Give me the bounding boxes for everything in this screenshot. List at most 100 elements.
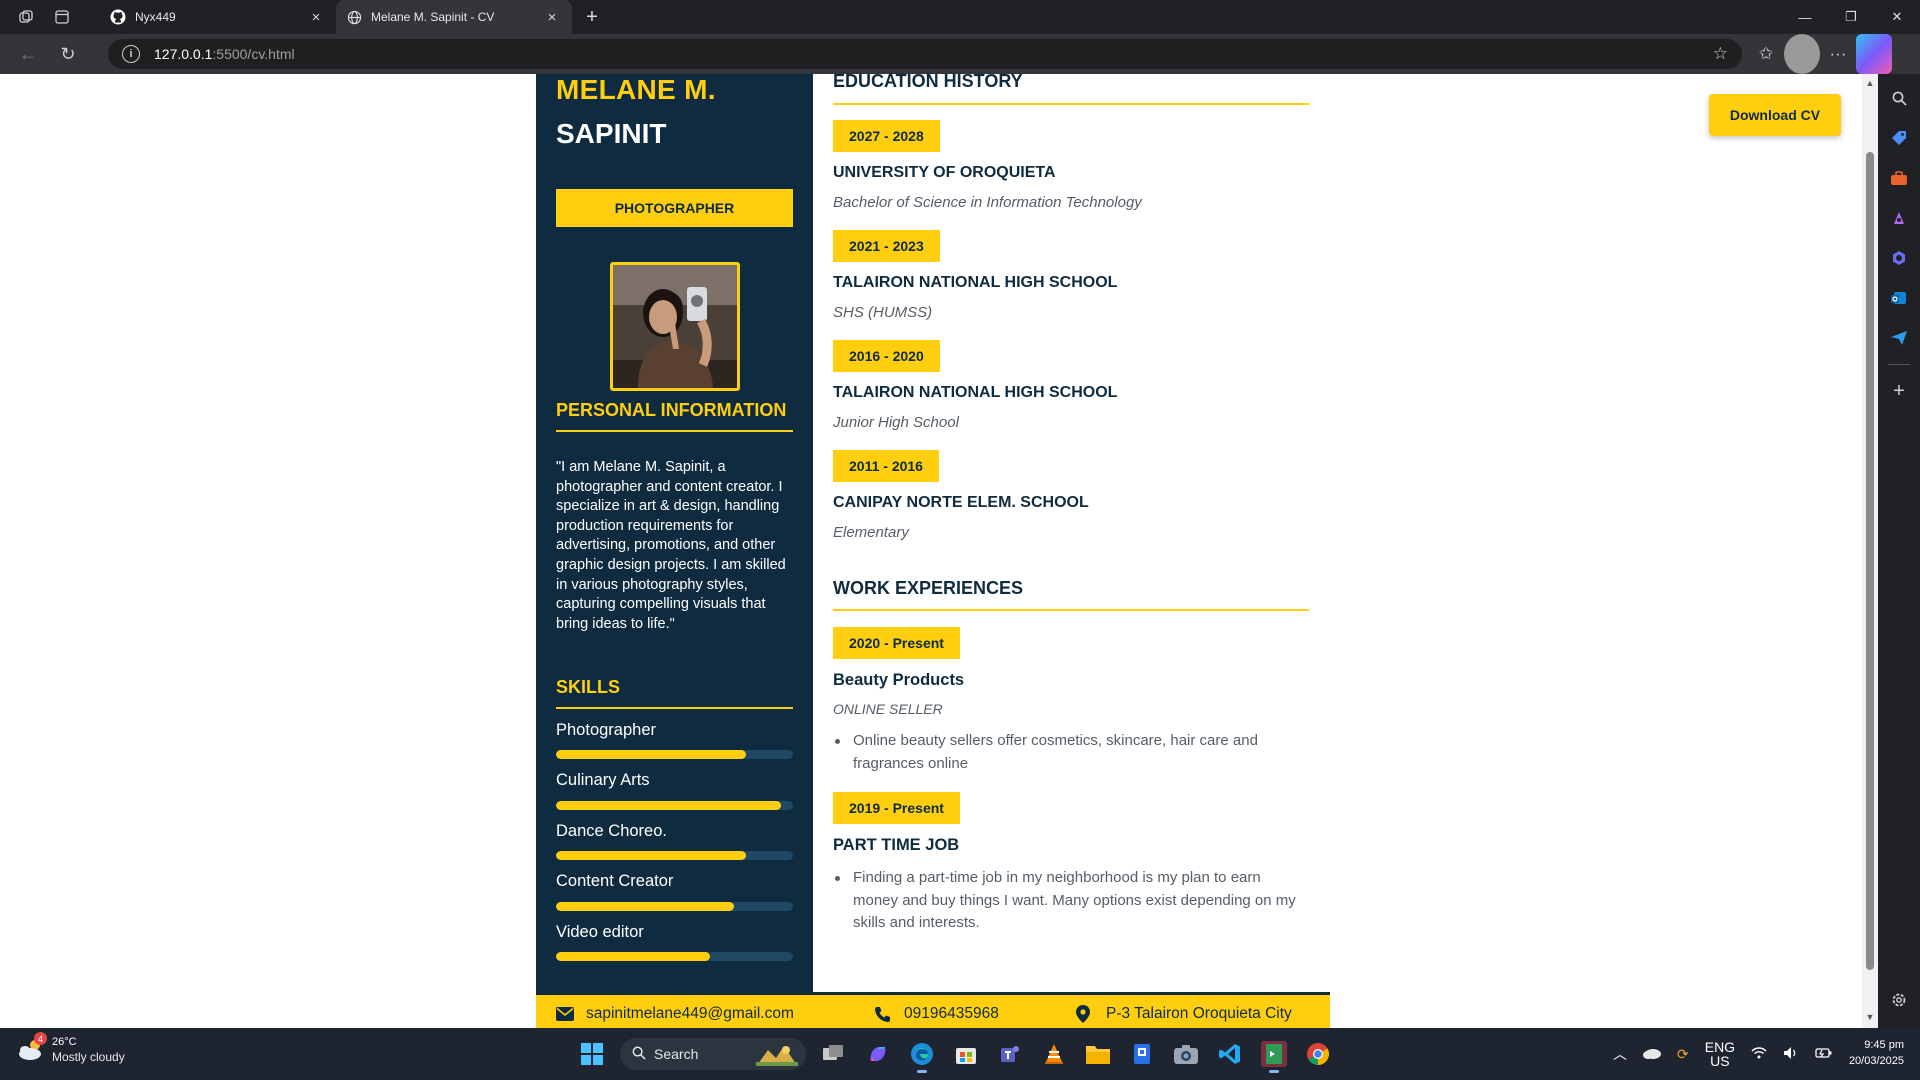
skill-bar [556, 801, 793, 810]
download-cv-button[interactable]: Download CV [1709, 94, 1841, 136]
windows-start-icon[interactable] [570, 1036, 614, 1072]
school-name: CANIPAY NORTE ELEM. SCHOOL [833, 494, 1089, 511]
work-heading: WORK EXPERIENCES [833, 578, 1024, 598]
copilot-app-icon[interactable] [1878, 238, 1920, 278]
lang-code: ENG [1704, 1039, 1736, 1055]
search-icon [632, 1046, 646, 1063]
spreadsheet-app-icon[interactable] [1252, 1036, 1296, 1073]
close-tab-icon[interactable]: × [306, 9, 326, 26]
new-tab-icon[interactable]: + [574, 0, 610, 34]
back-arrow-icon[interactable]: ← [8, 34, 48, 74]
search-highlight-icon [756, 1042, 798, 1069]
url-path: :5500/cv.html [212, 46, 295, 62]
location-pin-icon [1076, 1005, 1098, 1023]
profile-avatar[interactable] [1784, 34, 1820, 74]
skill-label: Content Creator [556, 872, 674, 890]
wifi-icon[interactable] [1751, 1046, 1767, 1062]
contact-email[interactable]: sapinitmelane449@gmail.com [556, 1005, 794, 1023]
job-description: Online beauty sellers offer cosmetics, s… [835, 730, 1303, 775]
cv-document: MELANE M. SAPINIT PHOTOGRAPHER PERSONAL … [536, 74, 1330, 1028]
outlook-icon[interactable] [1878, 278, 1920, 318]
language-indicator[interactable]: ENG US [1705, 1040, 1735, 1068]
window-controls: — ❐ ✕ [1782, 0, 1920, 34]
skill-bar-fill [556, 952, 711, 961]
favorites-icon[interactable]: ✩ [1748, 34, 1784, 74]
add-icon[interactable]: + [1878, 371, 1920, 411]
scrollbar-thumb[interactable] [1866, 152, 1874, 970]
contact-address[interactable]: P-3 Talairon Oroquieta City [1076, 1005, 1292, 1023]
toolbox-icon[interactable] [1878, 158, 1920, 198]
onedrive-icon[interactable] [1643, 1046, 1661, 1062]
tab-cv[interactable]: Melane M. Sapinit - CV × [336, 0, 572, 34]
page-scrollbar[interactable]: ▲ ▼ [1862, 74, 1878, 1028]
close-tab-icon[interactable]: × [542, 9, 562, 26]
close-window-icon[interactable]: ✕ [1874, 0, 1920, 34]
phone-text: 09196435968 [904, 1005, 999, 1022]
skill-bar-fill [556, 750, 746, 759]
section-divider [833, 609, 1309, 611]
job-title: PART TIME JOB [833, 836, 960, 854]
volume-icon[interactable] [1783, 1046, 1799, 1063]
task-view-icon[interactable] [812, 1036, 856, 1072]
windows-taskbar: 4 26°C Mostly cloudy Search ︿ ⟳ ENG US 9… [0, 1028, 1920, 1080]
refresh-icon[interactable]: ↻ [48, 34, 88, 74]
section-divider [556, 707, 793, 709]
email-text: sapinitmelane449@gmail.com [586, 1005, 794, 1022]
site-info-icon[interactable]: i [122, 45, 140, 63]
chevron-up-icon[interactable]: ︿ [1613, 1044, 1627, 1064]
system-clock[interactable]: 9:45 pm 20/03/2025 [1826, 1037, 1904, 1069]
workspaces-icon[interactable] [8, 0, 44, 34]
weather-widget[interactable]: 4 26°C Mostly cloudy [16, 1032, 125, 1065]
cv-main: EDUCATION HISTORY 2027 - 2028 UNIVERSITY… [813, 74, 1330, 994]
minimize-icon[interactable]: — [1782, 0, 1828, 34]
vlc-icon[interactable] [1032, 1036, 1076, 1072]
profile-photo [610, 262, 740, 391]
restore-icon[interactable]: ❐ [1828, 0, 1874, 34]
section-divider [556, 430, 793, 432]
teams-icon[interactable] [988, 1036, 1032, 1072]
tag-icon[interactable] [1878, 118, 1920, 158]
year-badge: 2016 - 2020 [833, 340, 940, 372]
tab-actions-icon[interactable] [44, 0, 80, 34]
school-name: TALAIRON NATIONAL HIGH SCHOOL [833, 384, 1118, 401]
envelope-icon [556, 1007, 578, 1021]
settings-gear-icon[interactable] [1878, 980, 1920, 1020]
system-tray: ︿ ⟳ ENG US [1605, 1028, 1841, 1080]
send-icon[interactable] [1878, 318, 1920, 358]
tab-title: Nyx449 [135, 10, 176, 24]
ms-learn-icon[interactable] [1120, 1036, 1164, 1072]
weather-temp: 26°C [52, 1036, 77, 1048]
contact-bar: sapinitmelane449@gmail.com 09196435968 P… [536, 992, 1330, 1028]
globe-icon [346, 9, 362, 25]
edge-browser-icon[interactable] [900, 1036, 944, 1073]
skill-bar [556, 952, 793, 961]
taskbar-search[interactable]: Search [620, 1038, 806, 1070]
taskbar-apps: Search [570, 1036, 1340, 1073]
copilot-taskbar-icon[interactable] [856, 1036, 900, 1072]
contact-phone[interactable]: 09196435968 [874, 1005, 999, 1023]
games-icon[interactable] [1878, 198, 1920, 238]
more-menu-icon[interactable]: ··· [1820, 34, 1856, 74]
skill-bar-fill [556, 902, 734, 911]
school-name: TALAIRON NATIONAL HIGH SCHOOL [833, 274, 1118, 291]
scroll-down-icon[interactable]: ▼ [1865, 1012, 1875, 1022]
skills-heading: SKILLS [556, 677, 621, 697]
education-heading: EDUCATION HISTORY [833, 74, 1023, 91]
url-field[interactable]: i 127.0.0.1:5500/cv.html ☆ [108, 39, 1742, 69]
vscode-icon[interactable] [1208, 1036, 1252, 1072]
year-badge: 2020 - Present [833, 627, 960, 659]
tab-nyx449[interactable]: Nyx449 × [100, 0, 336, 34]
weather-badge: 4 [34, 1032, 47, 1045]
chrome-icon[interactable] [1296, 1036, 1340, 1072]
microsoft-store-icon[interactable] [944, 1036, 988, 1072]
search-icon[interactable] [1878, 78, 1920, 118]
sync-icon[interactable]: ⟳ [1677, 1046, 1689, 1063]
camera-icon[interactable] [1164, 1036, 1208, 1072]
tab-title: Melane M. Sapinit - CV [371, 10, 495, 24]
role-badge: PHOTOGRAPHER [556, 189, 793, 227]
toolbar-right: ✩ ··· [1742, 34, 1892, 74]
scroll-up-icon[interactable]: ▲ [1865, 78, 1875, 88]
file-explorer-icon[interactable] [1076, 1036, 1120, 1072]
favorite-star-icon[interactable]: ☆ [1713, 44, 1728, 64]
copilot-icon[interactable] [1856, 34, 1892, 74]
